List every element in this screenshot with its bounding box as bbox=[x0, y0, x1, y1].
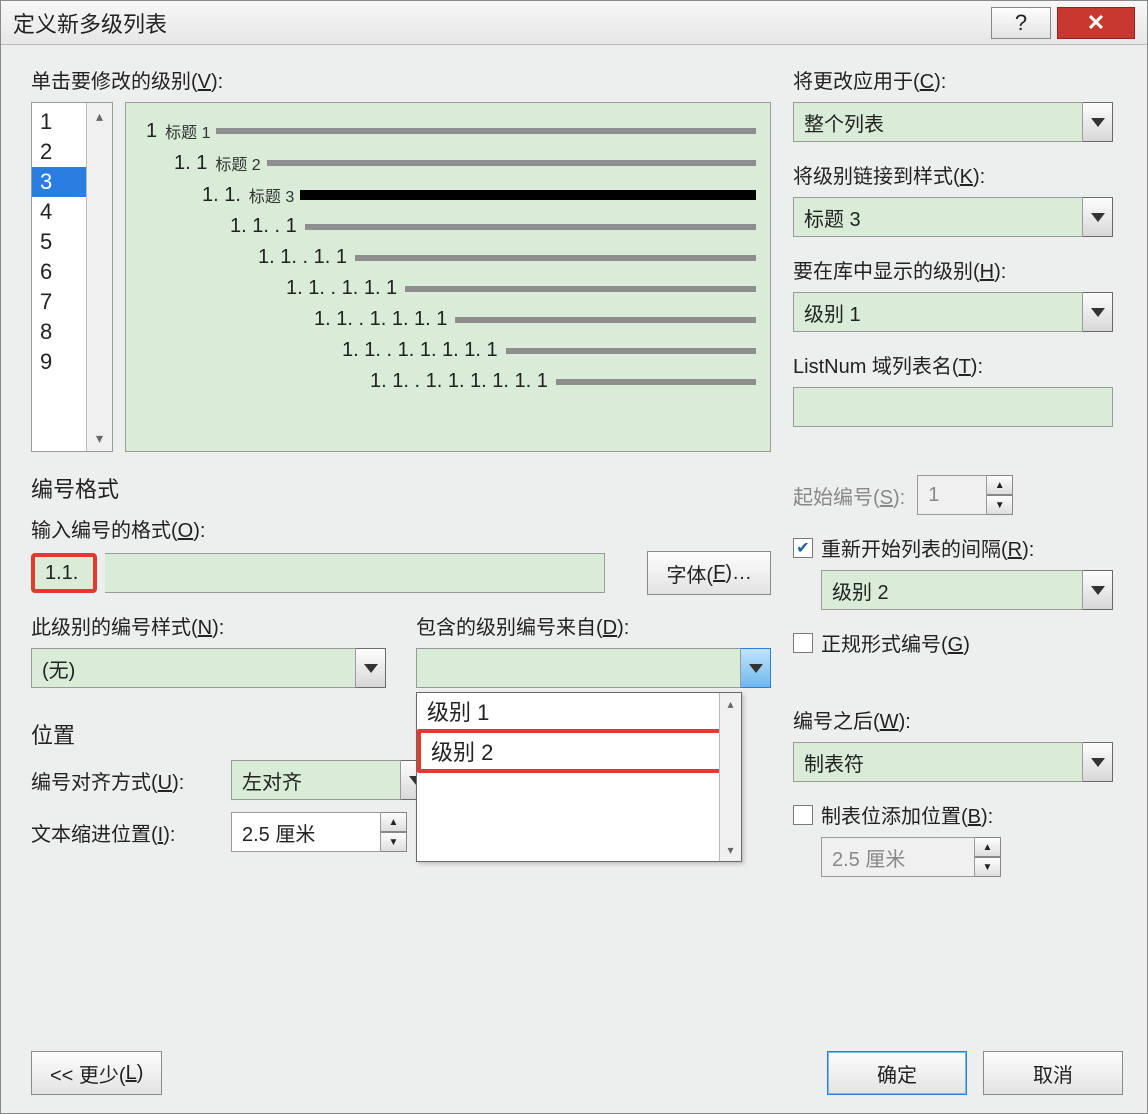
preview-line: 1. 1. . 1. 1. 1. 1. 1 bbox=[146, 339, 756, 362]
spin-up-icon[interactable]: ▲ bbox=[987, 475, 1013, 495]
apply-to-label: 将更改应用于(C): bbox=[793, 65, 1113, 94]
close-button[interactable]: ✕ bbox=[1057, 7, 1135, 39]
preview-line: 1. 1. . 1. 1. 1 bbox=[146, 277, 756, 300]
click-level-label: 单击要修改的级别(V): bbox=[31, 65, 771, 94]
less-button[interactable]: << 更少(L) bbox=[31, 1051, 162, 1095]
level-item[interactable]: 5 bbox=[32, 227, 86, 257]
spin-down-icon[interactable]: ▼ bbox=[975, 857, 1001, 877]
level-item[interactable]: 6 bbox=[32, 257, 86, 287]
format-input[interactable] bbox=[105, 553, 605, 593]
link-style-label: 将级别链接到样式(K): bbox=[793, 160, 1113, 189]
chevron-down-icon[interactable] bbox=[1083, 102, 1113, 142]
preview-line: 1. 1. . 1. 1. 1. 1. 1. 1 bbox=[146, 370, 756, 393]
preview-line: 1标题 1 bbox=[146, 119, 756, 143]
chevron-down-icon[interactable] bbox=[1083, 292, 1113, 332]
restart-checkbox-row[interactable]: 重新开始列表的间隔(R): bbox=[793, 533, 1113, 562]
preview-pane: 1标题 1 1. 1标题 2 1. 1.标题 3 1. 1. . 1 1. 1. . 1… bbox=[125, 102, 771, 452]
spin-up-icon[interactable]: ▲ bbox=[381, 812, 407, 832]
level-scrollbar[interactable]: ▴ ▾ bbox=[86, 103, 112, 451]
level-item[interactable]: 8 bbox=[32, 317, 86, 347]
text-indent-label: 文本缩进位置(I): bbox=[31, 818, 221, 847]
level-listbox[interactable]: 123456789 ▴ ▾ bbox=[31, 102, 113, 452]
include-from-select[interactable]: 级别 1级别 2 ▴▾ bbox=[416, 648, 771, 688]
level-item[interactable]: 9 bbox=[32, 347, 86, 377]
align-label: 编号对齐方式(U): bbox=[31, 766, 221, 795]
listnum-input[interactable] bbox=[793, 387, 1113, 427]
show-gallery-label: 要在库中显示的级别(H): bbox=[793, 255, 1113, 284]
follow-select[interactable]: 制表符 bbox=[793, 742, 1113, 782]
format-input-highlight[interactable]: 1.1. bbox=[31, 553, 97, 593]
restart-level-select[interactable]: 级别 2 bbox=[821, 570, 1113, 610]
cancel-button[interactable]: 取消 bbox=[983, 1051, 1123, 1095]
chevron-down-icon[interactable] bbox=[1083, 570, 1113, 610]
tab-add-checkbox[interactable] bbox=[793, 805, 813, 825]
preview-line: 1. 1.标题 3 bbox=[146, 183, 756, 207]
help-button[interactable]: ? bbox=[991, 7, 1051, 39]
enter-format-label: 输入编号的格式(O): bbox=[31, 514, 771, 543]
text-indent-spinner[interactable]: 2.5 厘米 ▲▼ bbox=[231, 812, 431, 852]
apply-to-select[interactable]: 整个列表 bbox=[793, 102, 1113, 142]
preview-line: 1. 1. . 1. 1. 1. 1 bbox=[146, 308, 756, 331]
number-format-section: 编号格式 bbox=[31, 472, 771, 504]
start-at-spinner[interactable]: 1 ▲▼ bbox=[917, 475, 1013, 515]
dropdown-option[interactable]: 级别 2 bbox=[417, 729, 741, 773]
chevron-down-icon[interactable] bbox=[741, 648, 771, 688]
include-from-dropdown[interactable]: 级别 1级别 2 ▴▾ bbox=[416, 692, 742, 862]
ok-button[interactable]: 确定 bbox=[827, 1051, 967, 1095]
level-item[interactable]: 3 bbox=[32, 167, 86, 197]
scroll-down-icon[interactable]: ▾ bbox=[87, 425, 112, 451]
scroll-up-icon[interactable]: ▴ bbox=[87, 103, 112, 129]
font-button[interactable]: 字体(F)… bbox=[647, 551, 771, 595]
level-item[interactable]: 4 bbox=[32, 197, 86, 227]
follow-label: 编号之后(W): bbox=[793, 705, 1113, 734]
tab-add-checkbox-row[interactable]: 制表位添加位置(B): bbox=[793, 800, 1113, 829]
spin-up-icon[interactable]: ▲ bbox=[975, 837, 1001, 857]
restart-checkbox[interactable] bbox=[793, 538, 813, 558]
titlebar: 定义新多级列表 ? ✕ bbox=[1, 1, 1147, 45]
link-style-select[interactable]: 标题 3 bbox=[793, 197, 1113, 237]
level-item[interactable]: 2 bbox=[32, 137, 86, 167]
show-gallery-select[interactable]: 级别 1 bbox=[793, 292, 1113, 332]
dialog-window: 定义新多级列表 ? ✕ 单击要修改的级别(V): 123456789 ▴ ▾ 1… bbox=[0, 0, 1148, 1114]
number-style-label: 此级别的编号样式(N): bbox=[31, 611, 386, 640]
preview-line: 1. 1. . 1 bbox=[146, 215, 756, 238]
window-title: 定义新多级列表 bbox=[13, 7, 167, 39]
dropdown-scrollbar[interactable]: ▴▾ bbox=[719, 693, 741, 861]
dropdown-option[interactable]: 级别 1 bbox=[417, 693, 741, 729]
spin-down-icon[interactable]: ▼ bbox=[987, 495, 1013, 515]
level-item[interactable]: 7 bbox=[32, 287, 86, 317]
spin-down-icon[interactable]: ▼ bbox=[381, 832, 407, 852]
number-style-select[interactable]: (无) bbox=[31, 648, 386, 688]
legal-checkbox[interactable] bbox=[793, 633, 813, 653]
preview-line: 1. 1标题 2 bbox=[146, 151, 756, 175]
align-select[interactable]: 左对齐 bbox=[231, 760, 431, 800]
legal-checkbox-row[interactable]: 正规形式编号(G) bbox=[793, 628, 1113, 657]
chevron-down-icon[interactable] bbox=[1083, 742, 1113, 782]
include-from-label: 包含的级别编号来自(D): bbox=[416, 611, 771, 640]
chevron-down-icon[interactable] bbox=[356, 648, 386, 688]
preview-line: 1. 1. . 1. 1 bbox=[146, 246, 756, 269]
listnum-label: ListNum 域列表名(T): bbox=[793, 350, 1113, 379]
start-at-label: 起始编号(S): bbox=[793, 481, 905, 510]
level-item[interactable]: 1 bbox=[32, 107, 86, 137]
chevron-down-icon[interactable] bbox=[1083, 197, 1113, 237]
tab-add-spinner[interactable]: 2.5 厘米 ▲▼ bbox=[821, 837, 1001, 877]
